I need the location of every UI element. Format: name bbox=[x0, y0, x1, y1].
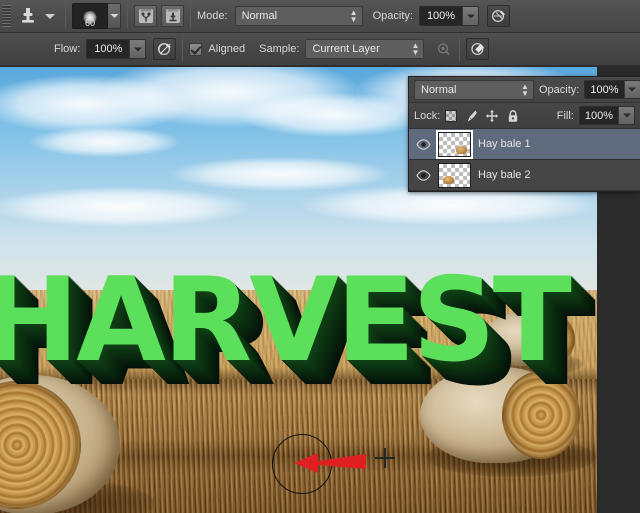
ignore-adjustment-layers-icon[interactable] bbox=[432, 38, 455, 60]
layer-blend-mode-value: Normal bbox=[421, 83, 457, 96]
options-bar-row-2: Flow: 100% Aligned Sample: Current Layer… bbox=[0, 33, 640, 66]
tool-preset-chevron-icon[interactable] bbox=[41, 4, 59, 28]
aligned-label: Aligned bbox=[208, 43, 246, 55]
lock-label: Lock: bbox=[414, 109, 441, 122]
sample-value: Current Layer bbox=[312, 43, 380, 55]
brush-preset-preview[interactable]: 60 bbox=[72, 3, 108, 29]
layers-lock-row: Lock: Fill: 100% bbox=[409, 103, 640, 129]
layers-blend-row: Normal ▲ ▼ Opacity: 100% bbox=[409, 77, 640, 103]
chevron-updown-icon: ▲ ▼ bbox=[521, 81, 529, 98]
layer-name[interactable]: Hay bale 1 bbox=[478, 138, 531, 150]
layer-fill-stepper[interactable]: 100% bbox=[578, 106, 635, 125]
layers-panel: Normal ▲ ▼ Opacity: 100% Lock: Fill: 100… bbox=[408, 76, 640, 192]
eye-visibility-icon[interactable] bbox=[415, 136, 431, 152]
brush-panel-icon[interactable] bbox=[134, 5, 157, 27]
airbrush-icon[interactable] bbox=[153, 38, 177, 60]
flow-chevron-down-icon[interactable] bbox=[129, 40, 146, 58]
layer-name[interactable]: Hay bale 2 bbox=[478, 169, 531, 181]
divider bbox=[127, 4, 128, 28]
layer-thumbnail[interactable] bbox=[438, 162, 471, 188]
lock-transparent-pixels-icon[interactable] bbox=[445, 109, 458, 122]
options-bar-grip[interactable] bbox=[2, 5, 11, 27]
mode-label: Mode: bbox=[197, 10, 228, 22]
flow-label: Flow: bbox=[54, 43, 81, 55]
layer-fill-value: 100% bbox=[579, 107, 618, 124]
layer-blend-mode-dropdown[interactable]: Normal ▲ ▼ bbox=[414, 79, 534, 100]
layer-opacity-stepper[interactable]: 100% bbox=[584, 80, 640, 99]
harvest-3d-text: HARVEST bbox=[0, 253, 572, 388]
divider bbox=[65, 4, 66, 28]
hay-bale-thumb-icon bbox=[456, 145, 467, 154]
blend-mode-value: Normal bbox=[241, 10, 278, 22]
brush-preset-chevron-icon[interactable] bbox=[108, 3, 121, 29]
options-bar-row-1: 60 Mode: Normal ▲ ▼ Opacity: 100% bbox=[0, 0, 640, 33]
lock-position-icon[interactable] bbox=[485, 109, 499, 123]
flow-value: 100% bbox=[87, 40, 130, 58]
divider bbox=[190, 4, 191, 28]
opacity-stepper[interactable]: 100% bbox=[418, 6, 480, 26]
flow-stepper[interactable]: 100% bbox=[86, 39, 147, 59]
cloud bbox=[170, 157, 390, 191]
opacity-label: Opacity: bbox=[372, 10, 413, 22]
layer-row-hay-bale-1[interactable]: Hay bale 1 bbox=[409, 129, 640, 160]
hay-bale-thumb-icon bbox=[443, 175, 454, 184]
clone-stamp-icon[interactable] bbox=[15, 4, 41, 28]
lock-all-icon[interactable] bbox=[506, 109, 520, 123]
divider bbox=[182, 37, 184, 61]
chevron-updown-icon: ▲ ▼ bbox=[349, 8, 358, 24]
clone-source-icon[interactable] bbox=[161, 5, 184, 27]
brush-size-value: 60 bbox=[84, 18, 95, 28]
cloud bbox=[30, 127, 180, 157]
photoshop-window: 60 Mode: Normal ▲ ▼ Opacity: 100% Flow: … bbox=[0, 0, 640, 513]
hay-bale-left-large bbox=[0, 375, 155, 513]
sample-label: Sample: bbox=[259, 43, 300, 55]
layer-opacity-label: Opacity: bbox=[539, 83, 580, 96]
opacity-value: 100% bbox=[419, 7, 463, 25]
eye-visibility-icon[interactable] bbox=[415, 167, 431, 183]
layer-thumbnail[interactable] bbox=[436, 129, 473, 159]
divider bbox=[459, 37, 461, 61]
cloud bbox=[0, 187, 250, 227]
lock-image-pixels-icon[interactable] bbox=[464, 109, 478, 123]
blend-mode-dropdown[interactable]: Normal ▲ ▼ bbox=[234, 6, 363, 26]
layer-fill-chevron-down-icon[interactable] bbox=[618, 107, 634, 124]
chevron-updown-icon: ▲ ▼ bbox=[411, 41, 420, 57]
aligned-checkbox[interactable] bbox=[189, 42, 203, 56]
lock-buttons-group bbox=[445, 109, 520, 123]
fill-label: Fill: bbox=[556, 109, 574, 122]
layer-row-hay-bale-2[interactable]: Hay bale 2 bbox=[409, 160, 640, 191]
tablet-pressure-opacity-icon[interactable] bbox=[487, 5, 511, 27]
tablet-pressure-size-icon[interactable] bbox=[466, 38, 490, 60]
layer-opacity-chevron-down-icon[interactable] bbox=[623, 81, 640, 98]
opacity-chevron-down-icon[interactable] bbox=[462, 7, 479, 25]
layer-opacity-value: 100% bbox=[585, 81, 624, 98]
sample-dropdown[interactable]: Current Layer ▲ ▼ bbox=[305, 39, 425, 59]
